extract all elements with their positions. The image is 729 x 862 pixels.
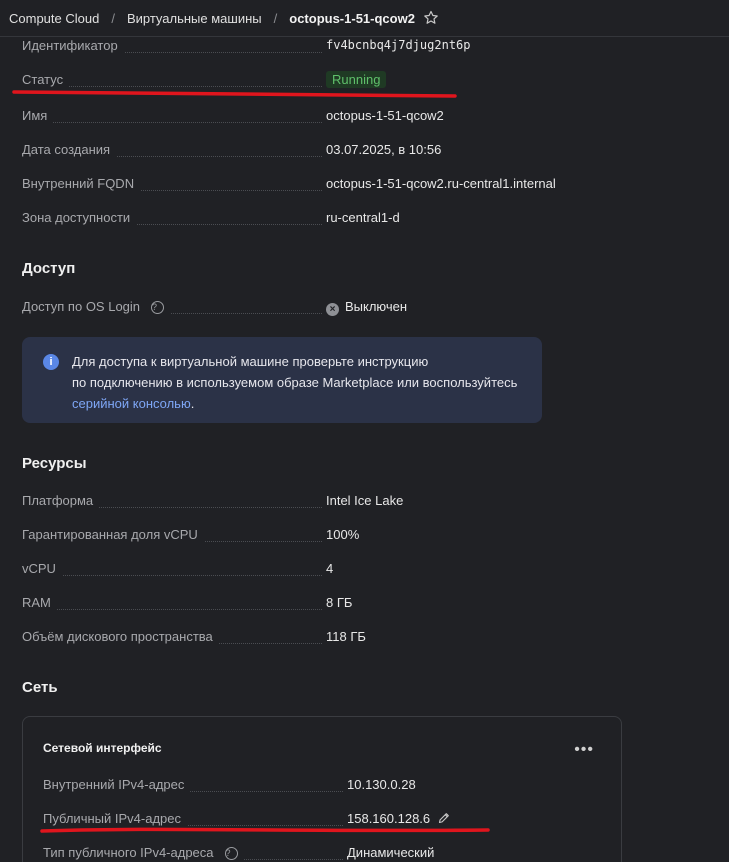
info-line-1: Для доступа к виртуальной машине проверь… bbox=[72, 354, 429, 369]
help-icon[interactable]: ? bbox=[224, 847, 238, 861]
help-icon[interactable]: ? bbox=[151, 301, 165, 315]
network-interface-card: Сетевой интерфейс ••• Внутренний IPv4-ад… bbox=[22, 716, 622, 862]
public-ip-value: 158.160.128.6 bbox=[347, 811, 431, 826]
serial-console-link[interactable]: серийной консолью bbox=[72, 396, 191, 411]
pencil-icon[interactable] bbox=[438, 812, 450, 824]
row-public-type: Тип публичного IPv4-адреса? Динамический bbox=[43, 845, 583, 862]
info-icon: i bbox=[43, 354, 59, 370]
fqdn-value: octopus-1-51-qcow2.ru-central1.internal bbox=[326, 176, 556, 191]
resources-section-title: Ресурсы bbox=[22, 455, 87, 472]
fqdn-label: Внутренний FQDN bbox=[22, 176, 141, 191]
zone-value: ru-central1-d bbox=[326, 210, 400, 225]
close-circle-icon: × bbox=[326, 303, 339, 316]
row-internal-ip: Внутренний IPv4-адрес 10.130.0.28 bbox=[43, 777, 583, 795]
vcpu-label: vCPU bbox=[22, 561, 62, 576]
created-value: 03.07.2025, в 10:56 bbox=[326, 142, 442, 157]
row-public-ip: Публичный IPv4-адрес 158.160.128.6 bbox=[43, 811, 583, 829]
row-disk: Объём дискового пространства 118 ГБ bbox=[22, 629, 582, 647]
oslogin-value: Выключен bbox=[345, 299, 408, 314]
row-platform: Платформа Intel Ice Lake bbox=[22, 493, 582, 511]
info-end: . bbox=[190, 396, 195, 411]
public-type-value: Динамический bbox=[347, 845, 435, 860]
breadcrumb-separator: / bbox=[111, 10, 115, 26]
name-label: Имя bbox=[22, 108, 54, 123]
row-ram: RAM 8 ГБ bbox=[22, 595, 582, 613]
row-fqdn: Внутренний FQDN octopus-1-51-qcow2.ru-ce… bbox=[22, 176, 582, 194]
row-created: Дата создания 03.07.2025, в 10:56 bbox=[22, 142, 582, 160]
zone-label: Зона доступности bbox=[22, 210, 137, 225]
id-value: fv4bcnbq4j7djug2nt6p bbox=[326, 38, 471, 52]
breadcrumb-current-vm: octopus-1-51-qcow2 bbox=[289, 10, 415, 26]
disk-value: 118 ГБ bbox=[326, 629, 366, 644]
vcpu-share-label: Гарантированная доля vCPU bbox=[22, 527, 204, 542]
internal-ip-value: 10.130.0.28 bbox=[347, 777, 416, 792]
info-notice: i Для доступа к виртуальной машине прове… bbox=[22, 337, 542, 423]
row-vcpu: vCPU 4 bbox=[22, 561, 582, 579]
platform-value: Intel Ice Lake bbox=[326, 493, 404, 508]
network-section-title: Сеть bbox=[22, 679, 58, 696]
oslogin-label: Доступ по OS Login bbox=[22, 299, 147, 314]
breadcrumb-compute-cloud[interactable]: Compute Cloud bbox=[9, 11, 99, 26]
created-label: Дата создания bbox=[22, 142, 117, 157]
vcpu-share-value: 100% bbox=[326, 527, 360, 542]
disk-label: Объём дискового пространства bbox=[22, 629, 219, 644]
internal-ip-label: Внутренний IPv4-адрес bbox=[43, 777, 191, 792]
vcpu-value: 4 bbox=[326, 561, 334, 576]
network-card-title: Сетевой интерфейс bbox=[43, 741, 162, 755]
id-label: Идентификатор bbox=[22, 38, 124, 53]
star-icon[interactable] bbox=[423, 10, 439, 26]
breadcrumb-separator: / bbox=[273, 10, 278, 26]
breadcrumb: Compute Cloud / Виртуальные машины / oct… bbox=[0, 0, 729, 37]
status-label: Статус bbox=[22, 72, 70, 87]
breadcrumb-virtual-machines[interactable]: Виртуальные машины bbox=[127, 11, 262, 26]
ram-value: 8 ГБ bbox=[326, 595, 353, 610]
row-id: Идентификатор fv4bcnbq4j7djug2nt6p bbox=[22, 38, 582, 56]
row-vcpu-share: Гарантированная доля vCPU 100% bbox=[22, 527, 582, 545]
row-status: Статус Running bbox=[22, 71, 582, 90]
status-badge: Running bbox=[326, 71, 387, 88]
public-ip-label: Публичный IPv4-адрес bbox=[43, 811, 187, 826]
name-value: octopus-1-51-qcow2 bbox=[326, 108, 444, 123]
platform-label: Платформа bbox=[22, 493, 100, 508]
ram-label: RAM bbox=[22, 595, 57, 610]
info-line-2: по подключению в используемом образе Mar… bbox=[72, 375, 518, 390]
public-type-label: Тип публичного IPv4-адреса bbox=[43, 845, 220, 860]
access-section-title: Доступ bbox=[22, 260, 76, 277]
more-options-icon[interactable]: ••• bbox=[574, 741, 594, 759]
row-oslogin: Доступ по OS Login? × Выключен bbox=[22, 299, 582, 317]
row-name: Имя octopus-1-51-qcow2 bbox=[22, 108, 582, 126]
row-zone: Зона доступности ru-central1-d bbox=[22, 210, 582, 228]
